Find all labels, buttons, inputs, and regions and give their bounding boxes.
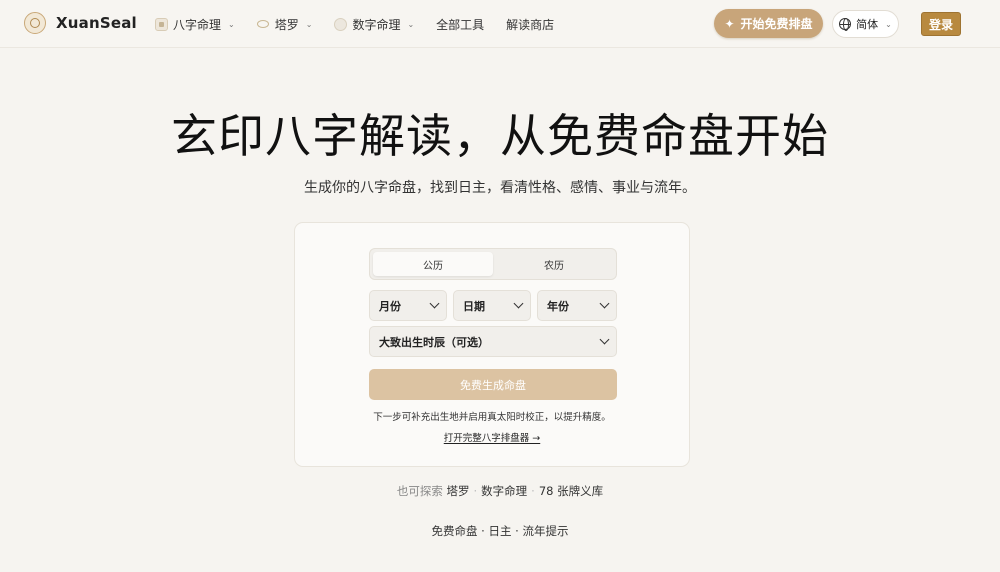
full-chart-tool-link-wrap: 打开完整八字排盘器 → <box>295 430 689 444</box>
explore-link-numerology[interactable]: 数字命理 <box>481 484 527 498</box>
explore-link-tarot[interactable]: 塔罗 <box>447 484 470 498</box>
month-select-label: 月份 <box>379 299 401 313</box>
nav-item-bazi[interactable]: 八字命理 ⌄ <box>155 15 235 33</box>
numerology-icon <box>334 17 348 31</box>
chart-form-card: 公历 农历 月份 日期 年份 大致出生时辰（可选） 免费生成命盘 下一步可补充出… <box>294 222 690 467</box>
explore-links: 也可探索 塔罗 · 数字命理 · 78 张牌义库 <box>0 483 1000 499</box>
nav-label: 全部工具 <box>436 17 485 32</box>
year-select-label: 年份 <box>547 299 569 313</box>
chevron-down-icon <box>599 334 610 345</box>
nav-item-numerology[interactable]: 数字命理 ⌄ <box>334 15 414 33</box>
month-select[interactable]: 月份 <box>369 290 447 321</box>
birth-hour-select[interactable]: 大致出生时辰（可选） <box>369 326 617 357</box>
page-title: 玄印八字解读，从免费命盘开始 <box>171 109 829 163</box>
chevron-down-icon: ⌄ <box>305 19 313 29</box>
page-subtitle: 生成你的八字命盘，找到日主，看清性格、感情、事业与流年。 <box>304 180 696 196</box>
chevron-down-icon: ⌄ <box>885 19 892 29</box>
brand-name: XuanSeal <box>56 14 137 32</box>
brand-logo[interactable]: XuanSeal <box>24 12 137 34</box>
chevron-down-icon <box>513 298 524 309</box>
chevron-down-icon: ⌄ <box>407 19 415 29</box>
day-select[interactable]: 日期 <box>453 290 531 321</box>
language-selector[interactable]: 简体 ⌄ <box>832 10 899 38</box>
nav-label: 解读商店 <box>506 17 555 32</box>
explore-prefix: 也可探索 <box>396 484 443 498</box>
full-chart-tool-link[interactable]: 打开完整八字排盘器 → <box>444 433 540 444</box>
explore-link-card-meanings[interactable]: 78 张牌义库 <box>539 484 603 498</box>
generate-chart-button[interactable]: 免费生成命盘 <box>369 369 617 400</box>
nav-item-all-tools[interactable]: 全部工具 <box>436 15 484 33</box>
start-free-chart-button[interactable]: ✦ 开始免费排盘 <box>714 9 823 38</box>
form-hint: 下一步可补充出生地并启用真太阳时校正，以提升精度。 <box>373 412 611 423</box>
cta-label: 开始免费排盘 <box>740 17 813 31</box>
birth-hour-select-label: 大致出生时辰（可选） <box>379 335 489 349</box>
language-label: 简体 <box>856 18 879 31</box>
nav-item-reading-shop[interactable]: 解读商店 <box>506 15 554 33</box>
tab-solar-calendar[interactable]: 公历 <box>373 252 493 276</box>
tab-lunar-calendar[interactable]: 农历 <box>494 252 614 276</box>
separator-dot: · <box>473 484 478 498</box>
login-button[interactable]: 登录 <box>921 12 961 36</box>
calendar-toggle: 公历 农历 <box>369 248 617 280</box>
chevron-down-icon <box>429 298 440 309</box>
nav-label: 数字命理 <box>352 17 401 32</box>
chevron-down-icon <box>599 298 610 309</box>
main-nav: 八字命理 ⌄ 塔罗 ⌄ 数字命理 ⌄ 全部工具 解读商店 <box>155 15 576 33</box>
day-select-label: 日期 <box>463 299 485 313</box>
nav-label: 八字命理 <box>173 17 222 32</box>
year-select[interactable]: 年份 <box>537 290 617 321</box>
bazi-icon <box>155 17 168 31</box>
sparkle-icon: ✦ <box>724 16 735 31</box>
nav-item-tarot[interactable]: 塔罗 ⌄ <box>257 15 313 33</box>
feature-tagline: 免费命盘 · 日主 · 流年提示 <box>431 524 569 538</box>
top-header: XuanSeal 八字命理 ⌄ 塔罗 ⌄ 数字命理 ⌄ 全部工具 解读商店 ✦ … <box>0 0 1000 48</box>
chevron-down-icon: ⌄ <box>228 19 235 29</box>
nav-label: 塔罗 <box>274 17 299 32</box>
seal-logo-icon <box>24 12 46 34</box>
globe-icon <box>839 18 852 31</box>
tarot-icon <box>257 18 270 31</box>
separator-dot: · <box>531 484 535 498</box>
